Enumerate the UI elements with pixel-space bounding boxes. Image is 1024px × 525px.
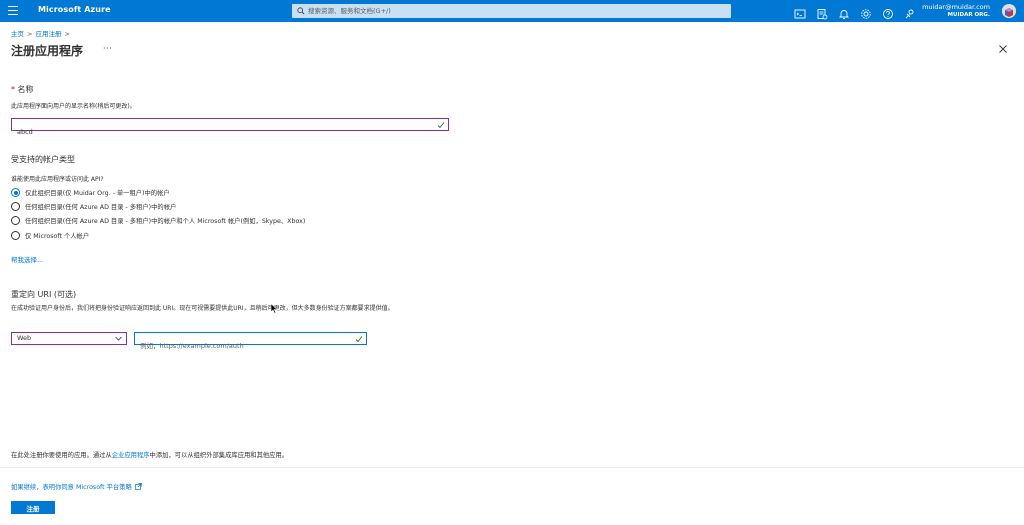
redirect-uri-field[interactable]	[134, 332, 367, 352]
feedback-icon[interactable]	[904, 5, 916, 19]
hamburger-menu-icon[interactable]	[8, 6, 18, 15]
name-input[interactable]	[12, 126, 432, 138]
avatar[interactable]	[1002, 4, 1016, 18]
required-mark: *	[11, 85, 15, 94]
account-org: MUIDAR ORG.	[947, 12, 990, 18]
cloud-shell-icon[interactable]	[794, 5, 806, 19]
breadcrumb-home[interactable]: 主页	[11, 30, 24, 38]
footer-divider	[0, 467, 1024, 468]
redirect-uri-heading: 重定向 URI (可选)	[11, 290, 77, 299]
platform-policy-text[interactable]: 如果继续，表明你同意 Microsoft 平台策略	[11, 482, 132, 491]
account-types-heading: 受支持的帐户类型	[11, 155, 75, 164]
account-email: muidar@muidar.com	[922, 3, 990, 11]
register-button[interactable]: 注册	[11, 501, 55, 514]
radio-label: 任何组织目录(任何 Azure AD 目录 - 多租户)中的帐户和个人 Micr…	[25, 218, 306, 225]
radio-single-tenant[interactable]: 仅此组织目录(仅 Muidar Org. - 单一租户)中的帐户	[11, 187, 170, 198]
notifications-icon[interactable]	[838, 5, 850, 19]
footer-note: 在此处注册你要使用的应用。通过从企业应用程序中添加，可以从组织外部集成库应用和其…	[11, 450, 288, 459]
valid-check-icon	[437, 122, 445, 129]
search-input[interactable]	[308, 4, 718, 18]
radio-multi-tenant[interactable]: 任何组织目录(任何 Azure AD 目录 - 多租户)中的帐户	[11, 201, 176, 212]
breadcrumb: 主页 > 应用注册 >	[11, 28, 73, 38]
help-me-choose-link[interactable]: 帮我选择...	[11, 254, 43, 264]
global-search[interactable]	[292, 4, 731, 18]
search-icon	[297, 7, 305, 15]
radio-personal-only[interactable]: 仅 Microsoft 个人帐户	[11, 230, 89, 241]
valid-check-icon	[355, 336, 363, 343]
brand-title[interactable]: Microsoft Azure	[38, 5, 111, 14]
name-field[interactable]	[11, 118, 449, 138]
redirect-uri-description: 在成功验证用户身份后，我们将把身份验证响应返回到此 URI。现在可视需要提供此U…	[11, 305, 394, 312]
radio-label: 仅 Microsoft 个人帐户	[25, 233, 90, 240]
mouse-cursor-icon	[270, 303, 278, 314]
breadcrumb-app-registrations[interactable]: 应用注册	[35, 30, 61, 38]
footer-note-prefix: 在此处注册你要使用的应用。通过从	[11, 452, 112, 459]
top-bar: Microsoft Azure muidar@muidar.com MUIDAR…	[0, 0, 1024, 22]
account-types-question: 谁能使用此应用程序或访问此 API?	[11, 176, 104, 183]
radio-multi-tenant-personal[interactable]: 任何组织目录(任何 Azure AD 目录 - 多租户)中的帐户和个人 Micr…	[11, 215, 305, 226]
close-icon[interactable]	[998, 44, 1008, 54]
help-icon[interactable]	[882, 5, 894, 19]
page-title: 注册应用程序	[11, 44, 84, 58]
external-link-icon	[134, 483, 142, 490]
account-info[interactable]: muidar@muidar.com MUIDAR ORG.	[922, 3, 990, 19]
footer-note-suffix: 中添加，可以从组织外部集成库应用和其他应用。	[149, 452, 289, 459]
chevron-down-icon	[115, 336, 122, 341]
platform-select[interactable]: Web	[11, 332, 127, 345]
breadcrumb-separator-icon: >	[64, 30, 70, 38]
radio-button[interactable]	[11, 202, 20, 211]
more-options-icon[interactable]: ···	[103, 44, 112, 53]
radio-button[interactable]	[11, 188, 20, 197]
platform-selected-value: Web	[17, 334, 32, 342]
radio-button[interactable]	[11, 216, 20, 225]
platform-policy-link[interactable]: 如果继续，表明你同意 Microsoft 平台策略	[11, 482, 142, 491]
breadcrumb-separator-icon: >	[27, 30, 33, 38]
directory-filter-icon[interactable]	[816, 5, 828, 20]
radio-label: 仅此组织目录(仅 Muidar Org. - 单一租户)中的帐户	[25, 190, 170, 197]
settings-icon[interactable]	[860, 5, 872, 19]
name-heading: * 名称	[11, 84, 34, 95]
radio-button[interactable]	[11, 231, 20, 240]
name-description: 此应用程序面向用户的显示名称(稍后可更改)。	[11, 103, 136, 110]
enterprise-apps-link[interactable]: 企业应用程序	[112, 452, 150, 459]
radio-label: 任何组织目录(任何 Azure AD 目录 - 多租户)中的帐户	[25, 204, 177, 211]
name-heading-label: 名称	[17, 85, 34, 94]
redirect-uri-input[interactable]	[135, 340, 350, 352]
